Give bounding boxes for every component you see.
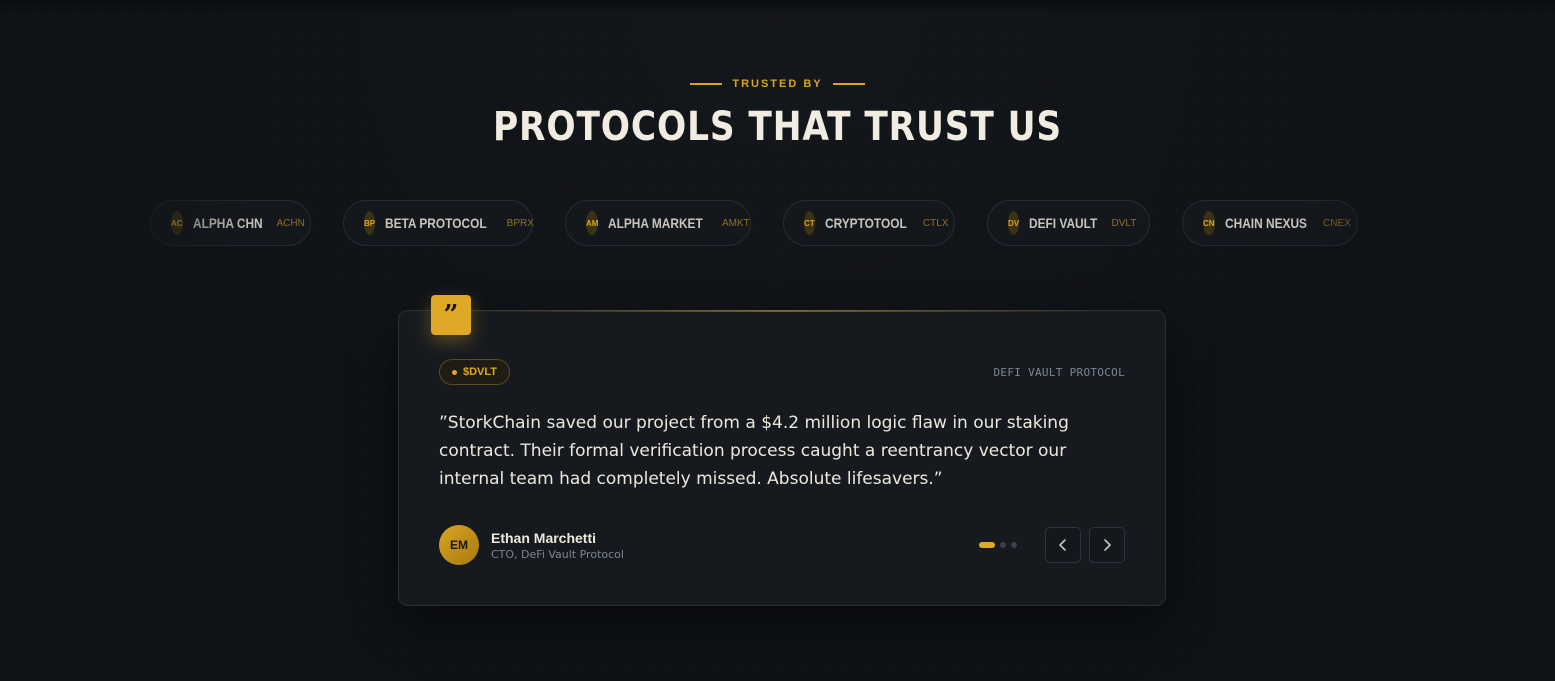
- pagination-dot-3[interactable]: [1011, 542, 1017, 548]
- testimonial-card: ” $DVLT DEFI VAULT PROTOCOL ”StorkChain …: [398, 295, 1166, 606]
- testimonial-quote: ”StorkChain saved our project from a $4.…: [439, 413, 1069, 489]
- protocol-name: ALPHA CHN: [192, 215, 263, 231]
- protocol-monogram: AM: [586, 211, 599, 235]
- protocol-name: CRYPTOTOOL: [824, 215, 907, 231]
- chevron-right-icon: [1104, 539, 1111, 551]
- eyebrow-line-right: [832, 83, 865, 85]
- author-role: CTO, DeFi Vault Protocol: [491, 547, 624, 561]
- section-title: PROTOCOLS THAT TRUST US: [492, 104, 1063, 150]
- eyebrow: TRUSTED BY: [0, 78, 1555, 90]
- protocol-monogram: CN: [1203, 211, 1215, 235]
- next-button[interactable]: [1089, 527, 1125, 563]
- protocol-monogram: AC: [171, 211, 183, 235]
- ticker-badge: $DVLT: [439, 359, 511, 385]
- protocol-name: BETA PROTOCOL: [385, 215, 487, 231]
- protocol-ticker: CNEX: [1323, 217, 1351, 229]
- protocol-ticker: BPRX: [506, 217, 534, 229]
- protocol-ticker: AMKT: [721, 217, 750, 229]
- protocol-monogram: BP: [364, 211, 376, 235]
- top-shade: [0, 0, 1555, 14]
- chevron-left-icon: [1059, 539, 1066, 551]
- protocol-chip[interactable]: BP BETA PROTOCOL BPRX: [343, 200, 534, 246]
- protocol-name: ALPHA MARKET: [608, 215, 704, 231]
- protocol-chip[interactable]: DV DEFI VAULT DVLT: [987, 200, 1150, 246]
- protocol-chip[interactable]: CT CRYPTOTOOL CTLX: [783, 200, 955, 246]
- protocol-chip[interactable]: CN CHAIN NEXUS CNEX: [1182, 200, 1358, 246]
- pagination-dots: [979, 542, 1017, 548]
- protocol-ticker: ACHN: [276, 217, 305, 229]
- prev-button[interactable]: [1045, 527, 1081, 563]
- eyebrow-line-left: [690, 83, 723, 85]
- protocol-ticker: DVLT: [1111, 217, 1137, 229]
- ticker-dot: [452, 369, 457, 375]
- protocol-chip[interactable]: AC ALPHA CHN ACHN: [150, 200, 311, 246]
- protocol-label: DEFI VAULT PROTOCOL: [993, 366, 1125, 379]
- avatar: EM: [439, 525, 479, 565]
- pagination-dot-2[interactable]: [1000, 542, 1006, 548]
- eyebrow-text: TRUSTED BY: [732, 78, 823, 90]
- quote-icon: ”: [431, 295, 471, 335]
- protocol-chip[interactable]: AM ALPHA MARKET AMKT: [565, 200, 751, 246]
- protocol-ticker: CTLX: [922, 217, 949, 229]
- protocol-monogram: CT: [804, 211, 815, 235]
- author-block: EM Ethan Marchetti CTO, DeFi Vault Proto…: [439, 525, 624, 565]
- pagination-dot-1[interactable]: [979, 542, 995, 548]
- author-name: Ethan Marchetti: [491, 529, 597, 546]
- protocol-marquee: AC ALPHA CHN ACHN BP BETA PROTOCOL BPRX …: [0, 200, 1555, 246]
- protocol-name: DEFI VAULT: [1029, 215, 1098, 231]
- ticker-text: $DVLT: [463, 366, 498, 378]
- protocol-monogram: DV: [1008, 211, 1020, 235]
- protocol-name: CHAIN NEXUS: [1224, 215, 1307, 231]
- carousel-controls: [979, 527, 1125, 563]
